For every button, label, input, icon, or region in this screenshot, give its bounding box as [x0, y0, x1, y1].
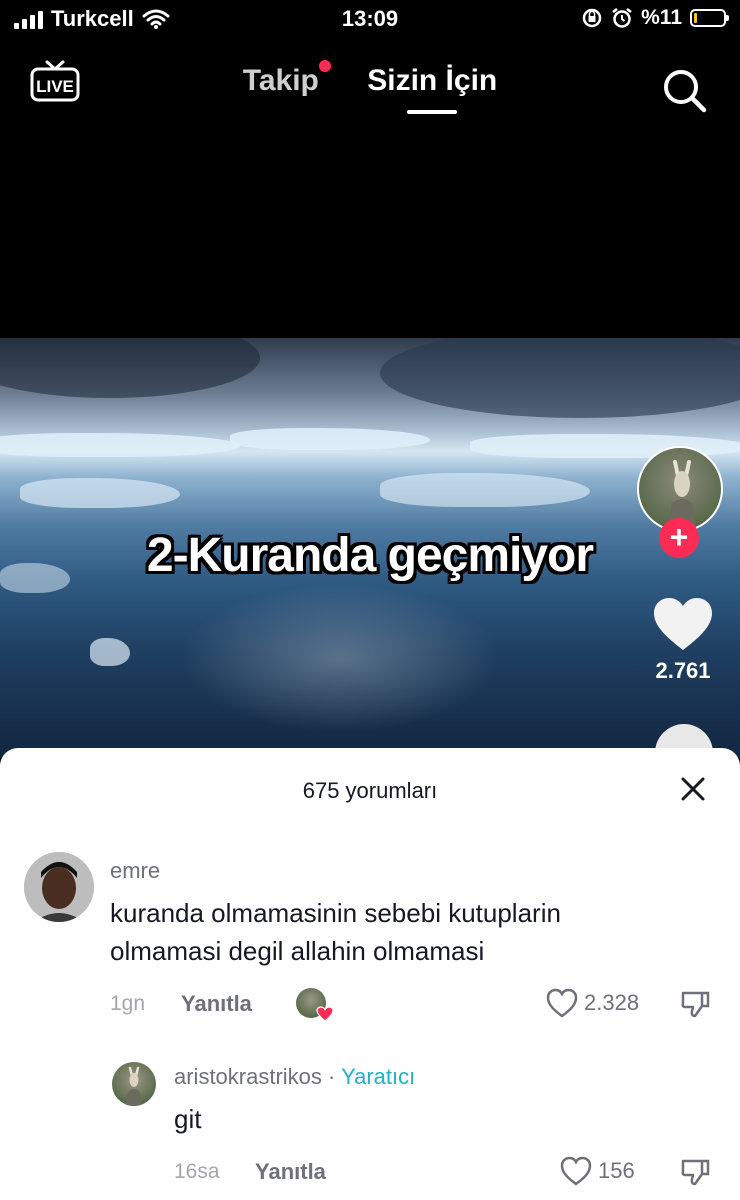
video-caption: 2-Kuranda geçmiyor: [146, 529, 594, 582]
video-ice: [230, 428, 430, 450]
battery-level: [694, 13, 697, 23]
reply-avatar-image: [125, 1066, 143, 1106]
video-ice: [380, 473, 590, 507]
comments-count-title: 675 yorumları: [302, 778, 438, 803]
tab-for-you-label: Sizin İçin: [367, 64, 498, 97]
video-ice: [90, 638, 130, 666]
reply-like-button[interactable]: 156: [560, 1156, 635, 1186]
reply-username-row: aristokrastrikos · Yaratıcı: [174, 1064, 415, 1090]
avatar[interactable]: [24, 852, 94, 922]
like-count: 2.761: [655, 658, 711, 683]
top-nav: LIVE Takip Sizin İçin: [0, 50, 740, 120]
video-ice: [0, 433, 240, 457]
avatar-image: [24, 852, 94, 922]
video-player[interactable]: 2-Kuranda geçmiyor + 2.761: [0, 338, 740, 758]
creator-liked-badge: [296, 988, 334, 1022]
notification-dot: [318, 60, 331, 72]
reply-time: 16sa: [174, 1160, 220, 1183]
reply-username[interactable]: aristokrastrikos: [174, 1064, 322, 1089]
search-icon[interactable]: [660, 66, 708, 114]
reply-avatar[interactable]: [112, 1062, 156, 1106]
status-right: %11: [581, 6, 729, 30]
comment-text: kuranda olmamasinin sebebi kutuplarin ol…: [110, 898, 561, 966]
comment-time: 1gn: [110, 992, 146, 1015]
active-tab-indicator: [407, 110, 458, 114]
rotation-lock-icon: [582, 8, 602, 28]
heart-icon: [316, 1006, 334, 1022]
heart-outline-icon: [560, 1156, 592, 1186]
creator-badge: Yaratıcı: [341, 1064, 416, 1089]
comment-username[interactable]: emre: [110, 858, 160, 884]
reply-button[interactable]: Yanıtla: [181, 991, 252, 1017]
battery-percent: %11: [641, 6, 682, 29]
comments-sheet: 675 yorumları emre kuranda olmamasinin s…: [0, 748, 740, 1200]
reply-reply-button[interactable]: Yanıtla: [255, 1159, 326, 1185]
comment-like-button[interactable]: 2.328: [546, 988, 639, 1018]
follow-button[interactable]: +: [659, 518, 699, 558]
reply-text: git: [174, 1104, 202, 1134]
video-cloud: [380, 338, 740, 418]
thumbs-down-icon[interactable]: [680, 1158, 710, 1186]
thumbs-down-icon[interactable]: [680, 990, 710, 1018]
heart-outline-icon: [546, 988, 578, 1018]
tab-for-you[interactable]: Sizin İçin: [367, 64, 498, 114]
tab-following-label: Takip: [242, 64, 319, 97]
heart-icon[interactable]: [652, 596, 714, 652]
alarm-icon: [612, 8, 632, 28]
close-icon[interactable]: [680, 776, 706, 802]
feed-tabs: Takip Sizin İçin: [0, 60, 740, 114]
reply-separator: ·: [321, 1064, 342, 1089]
battery-icon: [690, 9, 729, 27]
video-ice: [20, 478, 180, 508]
reply-like-count: 156: [598, 1158, 635, 1183]
comment-like-count: 2.328: [584, 990, 640, 1015]
video-reflection: [180, 583, 500, 733]
tab-following[interactable]: Takip: [242, 60, 331, 98]
video-cloud: [0, 338, 260, 398]
status-bar: Turkcell 13:09 %11: [0, 0, 740, 44]
